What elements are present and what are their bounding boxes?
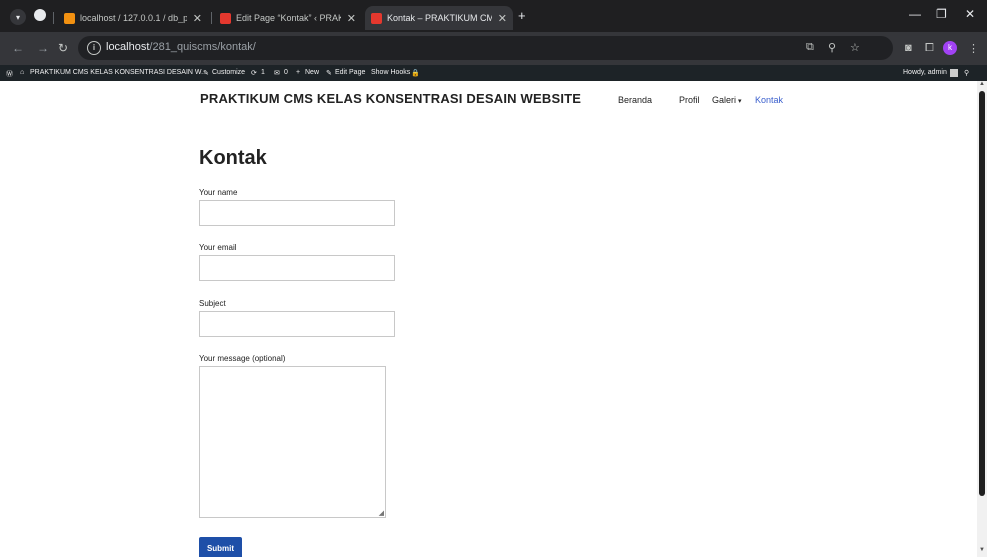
page-title: Kontak [199,147,267,169]
subject-label: Subject [199,299,226,308]
email-label: Your email [199,243,237,252]
profile-avatar[interactable]: k [943,41,957,55]
admin-howdy[interactable]: Howdy, admin [903,69,947,76]
url-path: /281_quiscms/kontak/ [149,41,256,53]
tab-title: localhost / 127.0.0.1 / db_prakti [80,13,187,23]
close-icon[interactable]: ✕ [498,12,507,25]
forward-icon[interactable]: → [37,41,49,55]
wordpress-site-icon [371,12,382,24]
minimize-icon[interactable]: — [909,7,921,21]
reload-icon[interactable]: ↻ [58,41,68,55]
scrollbar-thumb[interactable] [979,91,985,496]
wordpress-site-icon [220,12,231,24]
subject-input[interactable] [199,311,395,337]
url-host: localhost [106,41,150,53]
submit-button[interactable]: Submit [199,537,242,557]
url-text[interactable]: localhost/281_quiscms/kontak/ [106,41,256,53]
phpmyadmin-icon [64,12,75,24]
admin-show-hooks[interactable]: Show Hooks [371,69,410,76]
tab-edit-page[interactable]: Edit Page “Kontak” ‹ PRAKTIKUI ✕ [214,6,362,30]
email-input[interactable] [199,255,395,281]
admin-comments-count[interactable]: 0 [284,69,288,76]
chevron-down-icon[interactable]: ▾ [738,97,742,105]
admin-new[interactable]: New [305,69,319,76]
tab-separator [211,12,212,24]
admin-avatar[interactable] [950,69,958,77]
close-icon[interactable]: ✕ [347,12,356,25]
site-title[interactable]: PRAKTIKUM CMS KELAS KONSENTRASI DESAIN W… [200,91,581,106]
tab-phpmyadmin[interactable]: localhost / 127.0.0.1 / db_prakti ✕ [58,6,208,30]
restore-icon[interactable]: ❐ [936,7,947,21]
admin-edit-page[interactable]: Edit Page [335,69,365,76]
nav-item-beranda[interactable]: Beranda [618,95,652,105]
site-info-icon[interactable]: i [87,41,101,55]
close-icon[interactable]: ✕ [193,12,202,25]
name-label: Your name [199,188,238,197]
plus-icon: + [296,69,301,76]
tab-search-button[interactable]: ▾ [10,9,26,25]
tab-kontak[interactable]: Kontak – PRAKTIKUM CMS KEL ✕ [365,6,513,30]
nav-item-galeri[interactable]: Galeri [712,95,736,105]
admin-customize[interactable]: Customize [212,69,245,76]
tab-title: Edit Page “Kontak” ‹ PRAKTIKUI [236,13,341,23]
name-input[interactable] [199,200,395,226]
tab-separator [53,12,54,24]
scroll-up-icon[interactable]: ▲ [979,81,985,87]
wordpress-logo-icon[interactable]: Ⓦ [6,69,13,79]
new-tab-button[interactable]: + [518,8,526,23]
close-window-icon[interactable]: ✕ [965,7,975,21]
browser-tab-bar: ▾ localhost / 127.0.0.1 / db_prakti ✕ Ed… [0,0,987,32]
lock-icon: 🔒 [411,70,420,77]
chevron-down-icon: ▾ [15,12,20,22]
brush-icon: ✎ [203,70,209,77]
zoom-icon[interactable]: ⚲ [828,41,836,54]
page-scrollbar[interactable]: ▲ ▼ [977,81,987,557]
browser-extension-icon[interactable] [34,9,46,21]
page-viewport: PRAKTIKUM CMS KELAS KONSENTRASI DESAIN W… [0,81,977,557]
message-textarea[interactable]: ◢ [199,366,386,518]
scroll-down-icon[interactable]: ▼ [979,547,985,553]
updates-icon: ⟳ [251,70,257,77]
comments-icon: ✉ [274,70,280,77]
bookmark-star-icon[interactable]: ☆ [850,41,860,54]
nav-item-kontak[interactable]: Kontak [755,95,783,105]
wp-admin-bar: Ⓦ ⌂ PRAKTIKUM CMS KELAS KONSENTRASI DESA… [0,65,987,81]
admin-updates-count[interactable]: 1 [261,69,265,76]
admin-site-name[interactable]: PRAKTIKUM CMS KELAS KONSENTRASI DESAIN W… [30,69,207,76]
pencil-icon: ✎ [326,70,332,77]
back-icon[interactable]: ← [12,41,24,55]
tab-title: Kontak – PRAKTIKUM CMS KEL [387,13,492,23]
menu-dots-icon[interactable]: ⋮ [968,42,979,55]
message-label: Your message (optional) [199,354,286,363]
home-icon: ⌂ [20,69,25,76]
nav-item-profil[interactable]: Profil [679,95,700,105]
search-icon[interactable]: ⚲ [964,69,969,77]
address-bar[interactable]: i localhost/281_quiscms/kontak/ ⧉ ⚲ ☆ [78,36,893,60]
resize-handle-icon[interactable]: ◢ [379,509,384,517]
translate-icon[interactable]: ⧉ [806,41,814,54]
extensions-icon[interactable]: ⧠ [925,42,934,55]
camera-extension-icon[interactable]: ◙ [905,42,912,54]
